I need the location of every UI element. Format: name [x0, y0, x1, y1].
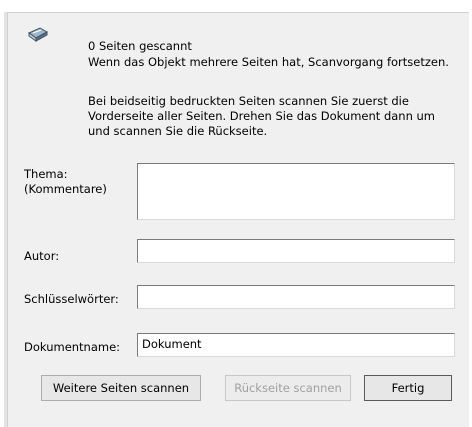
scanned-count-text: 0 Seiten gescannt [88, 39, 192, 53]
subject-field[interactable] [137, 163, 455, 220]
keywords-field[interactable] [137, 285, 455, 309]
author-field[interactable] [137, 239, 455, 263]
docname-label: Dokumentname: [24, 340, 121, 354]
subject-label: Thema: (Kommentare) [24, 167, 107, 197]
author-label: Autor: [24, 249, 60, 263]
keywords-label: Schlüsselwörter: [24, 292, 119, 306]
subject-label-line1: Thema: [24, 167, 68, 181]
scan-back-button[interactable]: Rückseite scannen [225, 375, 351, 401]
docname-field[interactable]: Dokument [137, 333, 455, 357]
scan-more-button[interactable]: Weitere Seiten scannen [41, 375, 201, 401]
multi-page-hint: Wenn das Objekt mehrere Seiten hat, Scan… [88, 55, 449, 69]
done-button[interactable]: Fertig [364, 375, 452, 401]
subject-label-line2: (Kommentare) [24, 182, 107, 196]
scanner-icon [28, 27, 49, 42]
scan-dialog: 0 Seiten gescannt Wenn das Objekt mehrer… [7, 12, 469, 427]
duplex-hint: Bei beidseitig bedruckten Seiten scannen… [88, 94, 436, 138]
